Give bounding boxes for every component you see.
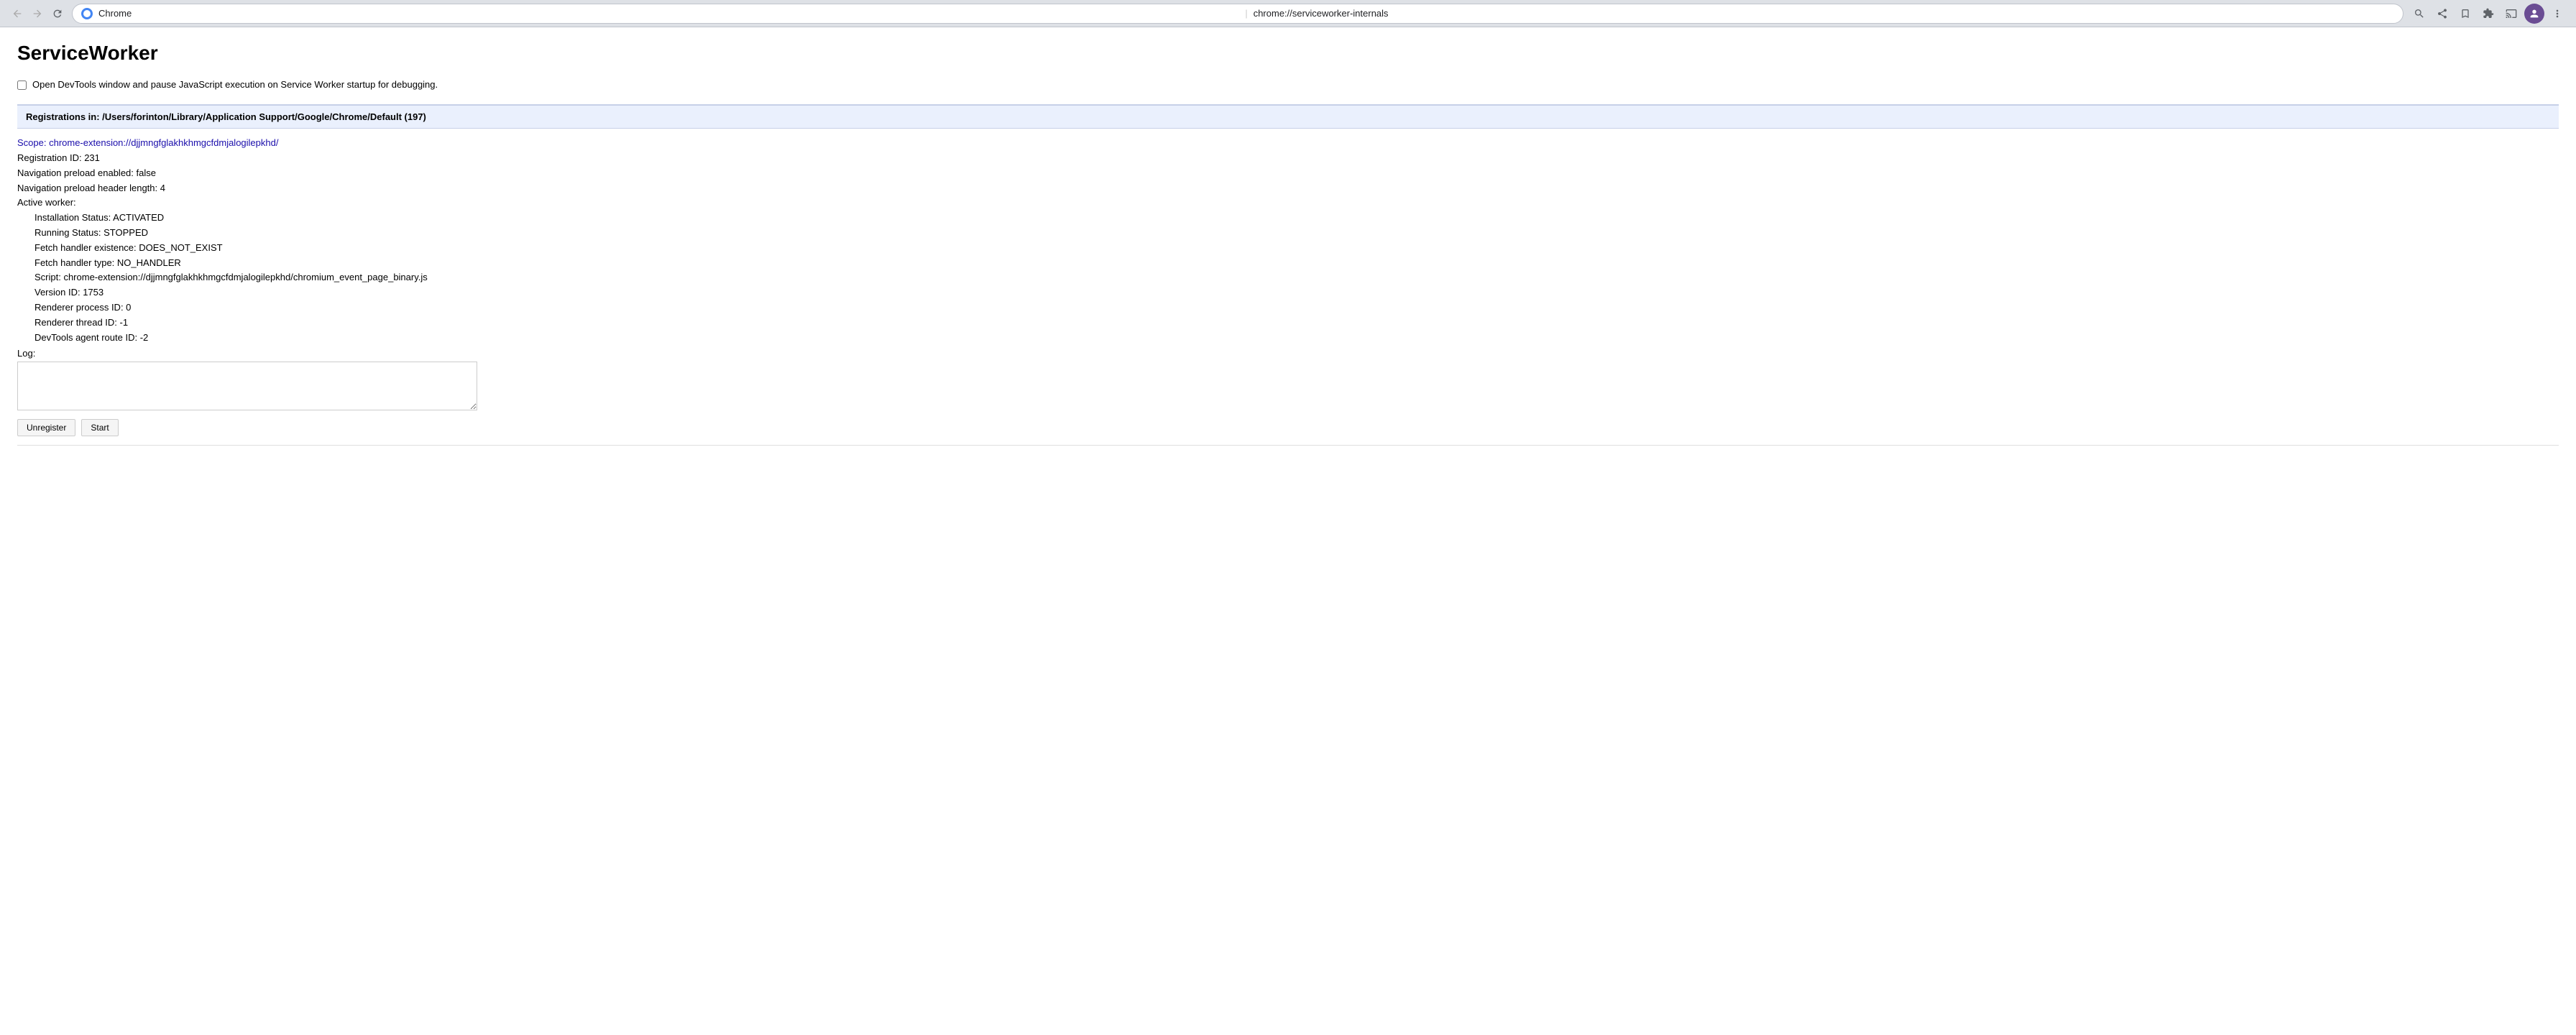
buttons-row: Unregister Start <box>17 419 2559 436</box>
site-icon <box>81 8 93 19</box>
url-display: chrome://serviceworker-internals <box>1254 8 2394 19</box>
nav-preload-enabled-line: Navigation preload enabled: false <box>17 166 2559 181</box>
browser-chrome: Chrome | chrome://serviceworker-internal… <box>0 0 2576 27</box>
devtools-agent-route-id-line: DevTools agent route ID: -2 <box>17 331 2559 346</box>
renderer-thread-id-line: Renderer thread ID: -1 <box>17 316 2559 331</box>
toolbar-right <box>2409 4 2567 24</box>
registrations-header: Registrations in: /Users/forinton/Librar… <box>26 111 426 122</box>
cast-button[interactable] <box>2501 4 2521 24</box>
forward-button[interactable] <box>29 5 46 22</box>
log-label: Log: <box>17 348 2559 359</box>
nav-preload-header-length-line: Navigation preload header length: 4 <box>17 181 2559 196</box>
address-bar[interactable]: Chrome | chrome://serviceworker-internal… <box>72 4 2404 24</box>
profile-button[interactable] <box>2524 4 2544 24</box>
reload-button[interactable] <box>49 5 66 22</box>
active-worker-label-line: Active worker: <box>17 196 2559 211</box>
browser-menu-button[interactable] <box>2547 4 2567 24</box>
devtools-checkbox-label[interactable]: Open DevTools window and pause JavaScrip… <box>32 79 438 90</box>
script-line: Script: chrome-extension://djjmngfglakhk… <box>17 270 2559 285</box>
unregister-button[interactable]: Unregister <box>17 419 75 436</box>
installation-status-line: Installation Status: ACTIVATED <box>17 211 2559 226</box>
extensions-button[interactable] <box>2478 4 2498 24</box>
url-divider: | <box>1245 8 1247 19</box>
fetch-handler-existence-line: Fetch handler existence: DOES_NOT_EXIST <box>17 241 2559 256</box>
devtools-checkbox-row: Open DevTools window and pause JavaScrip… <box>17 79 2559 90</box>
share-button[interactable] <box>2432 4 2452 24</box>
worker-section: Scope: chrome-extension://djjmngfglakhkh… <box>17 129 2559 446</box>
devtools-checkbox[interactable] <box>17 80 27 90</box>
registration-id-line: Registration ID: 231 <box>17 151 2559 166</box>
page-title: ServiceWorker <box>17 42 2559 65</box>
scope-link[interactable]: Scope: chrome-extension://djjmngfglakhkh… <box>17 137 278 148</box>
running-status-line: Running Status: STOPPED <box>17 226 2559 241</box>
bookmark-button[interactable] <box>2455 4 2475 24</box>
page-content: ServiceWorker Open DevTools window and p… <box>0 27 2576 460</box>
start-button[interactable]: Start <box>81 419 118 436</box>
log-textarea[interactable] <box>17 362 477 410</box>
fetch-handler-type-line: Fetch handler type: NO_HANDLER <box>17 256 2559 271</box>
nav-buttons <box>9 5 66 22</box>
registrations-section: Registrations in: /Users/forinton/Librar… <box>17 104 2559 129</box>
renderer-process-id-line: Renderer process ID: 0 <box>17 300 2559 316</box>
tab-title: Chrome <box>98 8 1239 19</box>
back-button[interactable] <box>9 5 26 22</box>
version-id-line: Version ID: 1753 <box>17 285 2559 300</box>
log-section: Log: <box>17 348 2559 410</box>
search-button[interactable] <box>2409 4 2429 24</box>
